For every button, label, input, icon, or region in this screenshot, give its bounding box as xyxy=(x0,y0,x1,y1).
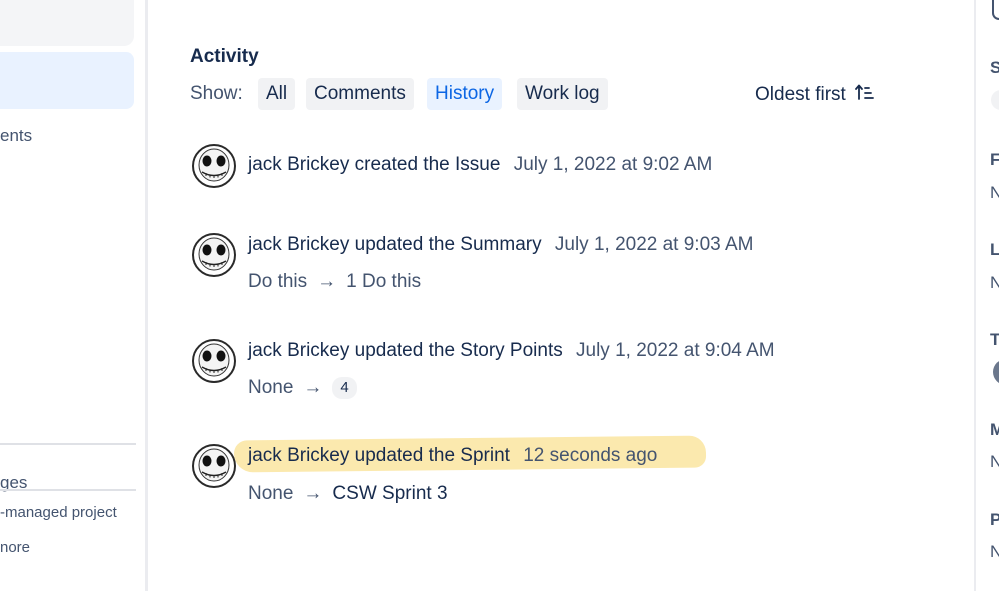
action-verb: updated the xyxy=(354,445,456,466)
user-name-link[interactable]: jack Brickey xyxy=(248,445,349,466)
from-value: None xyxy=(248,483,294,504)
details-label-t: T xyxy=(990,330,999,349)
to-value: CSW Sprint 3 xyxy=(332,483,448,504)
filter-comments-button[interactable]: Comments xyxy=(306,78,414,110)
timestamp[interactable]: 12 seconds ago xyxy=(523,445,657,466)
skull-avatar-icon xyxy=(198,237,230,271)
field-name: Story Points xyxy=(460,340,563,361)
activity-entry-header: jack Brickey updated the Summary July 1,… xyxy=(248,234,753,256)
sort-order-button[interactable]: Oldest first xyxy=(755,83,875,107)
details-label-s: S xyxy=(990,58,999,77)
arrow-right-icon: → xyxy=(303,377,323,399)
avatar[interactable] xyxy=(192,233,236,277)
skull-avatar-icon xyxy=(198,448,230,482)
change-detail: None → CSW Sprint 3 xyxy=(248,483,448,505)
user-name-link[interactable]: jack Brickey xyxy=(248,234,349,255)
field-name: Issue xyxy=(455,154,501,175)
avatar[interactable] xyxy=(192,144,236,188)
field-name: Summary xyxy=(460,234,542,255)
details-label-p: P xyxy=(990,510,999,529)
sidebar-top-card[interactable] xyxy=(0,0,134,46)
sidebar-item-components[interactable]: ents xyxy=(0,126,32,146)
details-panel-edge xyxy=(974,0,999,591)
timestamp[interactable]: July 1, 2022 at 9:03 AM xyxy=(555,234,754,255)
timestamp[interactable]: July 1, 2022 at 9:02 AM xyxy=(514,154,713,175)
user-name-link[interactable]: jack Brickey xyxy=(248,154,349,175)
skull-avatar-icon xyxy=(198,148,230,182)
field-name: Sprint xyxy=(460,445,510,466)
sidebar-project-type: -managed project xyxy=(0,504,117,521)
avatar[interactable] xyxy=(192,339,236,383)
sidebar-divider xyxy=(0,443,136,445)
show-label: Show: xyxy=(190,83,243,104)
filter-all-button[interactable]: All xyxy=(258,78,296,110)
details-value-l: N xyxy=(990,273,999,292)
activity-entry-header: jack Brickey updated the Story Points Ju… xyxy=(248,340,775,362)
arrow-right-icon: → xyxy=(303,483,323,504)
activity-entry-header: jack Brickey created the Issue July 1, 2… xyxy=(248,154,712,176)
details-label-l: L xyxy=(990,240,999,259)
avatar[interactable] xyxy=(192,444,236,488)
details-value-m: N xyxy=(990,452,999,471)
filter-worklog-button[interactable]: Work log xyxy=(517,78,608,110)
details-value-p: N xyxy=(990,542,999,561)
details-label-f: F xyxy=(990,150,999,169)
details-value-f: N xyxy=(990,183,999,202)
sidebar-active-item[interactable] xyxy=(0,52,134,109)
sort-label: Oldest first xyxy=(755,84,846,106)
details-label-m: M xyxy=(990,420,999,439)
arrow-right-icon: → xyxy=(317,271,337,292)
action-verb: created the xyxy=(354,154,450,175)
action-verb: updated the xyxy=(354,234,456,255)
sort-ascending-icon xyxy=(855,83,875,107)
from-value: Do this xyxy=(248,271,308,292)
story-points-badge: 4 xyxy=(332,377,357,399)
sidebar-learn-more-link[interactable]: nore xyxy=(0,539,30,556)
activity-heading: Activity xyxy=(190,46,259,67)
activity-entry-header: jack Brickey updated the Sprint 12 secon… xyxy=(248,445,657,467)
timestamp[interactable]: July 1, 2022 at 9:04 AM xyxy=(576,340,775,361)
filter-history-button[interactable]: History xyxy=(427,78,503,110)
to-value: 1 Do this xyxy=(346,271,422,292)
help-icon[interactable] xyxy=(992,0,999,20)
sidebar-divider xyxy=(0,489,136,491)
from-value: None xyxy=(248,377,294,399)
skull-avatar-icon xyxy=(198,343,230,377)
left-sidebar: ents ges -managed project nore xyxy=(0,0,148,591)
change-detail: Do this → 1 Do this xyxy=(248,271,421,293)
change-detail: None → 4 xyxy=(248,377,357,399)
user-name-link[interactable]: jack Brickey xyxy=(248,340,349,361)
action-verb: updated the xyxy=(354,340,456,361)
